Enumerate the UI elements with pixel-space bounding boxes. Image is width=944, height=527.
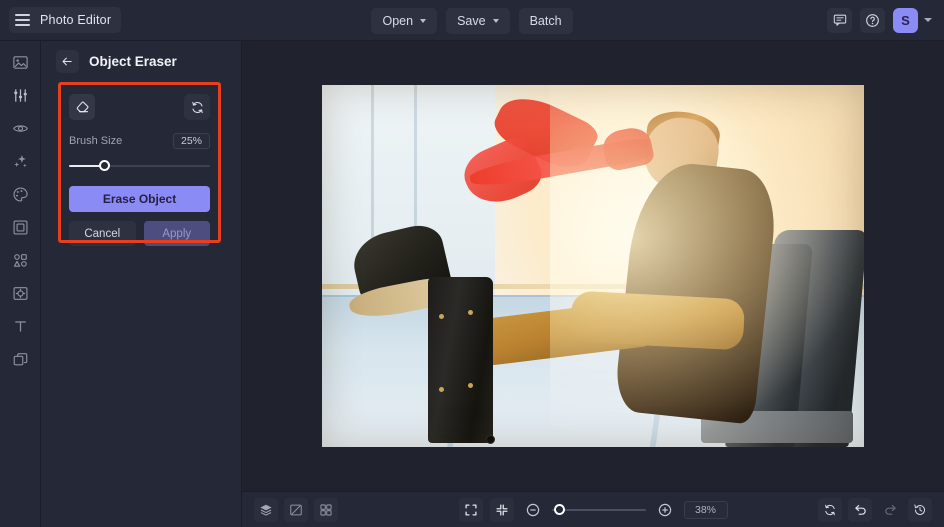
- feedback-icon: [833, 14, 846, 26]
- fit-screen-icon: [464, 504, 477, 516]
- shapes-icon: [13, 253, 27, 267]
- actual-size-icon: [495, 504, 508, 516]
- image-icon: [12, 55, 28, 69]
- fit-screen-button[interactable]: [458, 498, 483, 522]
- panel-header: Object Eraser: [41, 41, 241, 81]
- history-button[interactable]: [908, 497, 932, 522]
- crop-frame-icon: [13, 220, 27, 234]
- sidebar-item-effects[interactable]: [6, 149, 34, 173]
- zoom-out-icon: [526, 503, 539, 517]
- compare-button[interactable]: [284, 497, 308, 522]
- compare-icon: [290, 504, 302, 515]
- arrow-left-icon: [62, 57, 72, 65]
- batch-button[interactable]: Batch: [518, 7, 573, 34]
- grid-icon: [320, 503, 332, 516]
- help-icon: [866, 13, 879, 27]
- page-title: Object Eraser: [89, 53, 177, 69]
- photo-vignette: [322, 85, 864, 447]
- open-button-label: Open: [382, 13, 414, 28]
- canvas-area[interactable]: [242, 41, 944, 491]
- zoom-slider-handle[interactable]: [554, 504, 566, 515]
- batch-button-label: Batch: [529, 13, 562, 28]
- top-toolbar: Photo Editor Open Save Batch S: [0, 0, 944, 41]
- effects-sparkle-icon: [13, 154, 27, 167]
- sidebar-item-image[interactable]: [6, 50, 34, 74]
- tool-panel: Object Eraser Brush Size 25% Erase Objec…: [41, 41, 242, 527]
- reset-icon: [825, 504, 835, 515]
- zoom-level-value[interactable]: 38%: [683, 501, 728, 519]
- reset-view-button[interactable]: [818, 497, 842, 522]
- photo-image[interactable]: [322, 85, 864, 447]
- sidebar-item-crop[interactable]: [6, 215, 34, 239]
- undo-button[interactable]: [848, 497, 872, 522]
- app-menu-button[interactable]: Photo Editor: [9, 7, 122, 33]
- avatar[interactable]: S: [893, 7, 918, 33]
- layers-icon: [260, 504, 272, 516]
- app-title: Photo Editor: [40, 13, 112, 27]
- layers-button[interactable]: [254, 497, 278, 522]
- sidebar-item-overlay[interactable]: [6, 281, 34, 305]
- grid-button[interactable]: [314, 497, 338, 522]
- topbar-left-group: Photo Editor: [0, 7, 122, 33]
- adjustments-icon: [13, 88, 27, 102]
- redo-button[interactable]: [878, 498, 902, 522]
- chevron-down-icon: [492, 18, 499, 23]
- hamburger-icon[interactable]: [15, 14, 30, 26]
- topbar-right-group: S: [827, 7, 944, 33]
- bottombar-right-group: [818, 497, 944, 522]
- sidebar-item-text[interactable]: [6, 314, 34, 338]
- avatar-chevron-down-icon[interactable]: [924, 18, 932, 22]
- open-button[interactable]: Open: [371, 7, 438, 34]
- undo-icon: [854, 504, 866, 515]
- bottom-toolbar: 38%: [242, 491, 944, 527]
- back-button[interactable]: [56, 49, 79, 73]
- help-button[interactable]: [860, 7, 885, 33]
- chevron-down-icon: [420, 18, 427, 23]
- save-button[interactable]: Save: [446, 7, 510, 34]
- sidebar-item-color[interactable]: [6, 182, 34, 206]
- history-icon: [914, 504, 925, 515]
- save-button-label: Save: [457, 13, 486, 28]
- zoom-slider[interactable]: [551, 504, 646, 516]
- topbar-center-group: Open Save Batch: [0, 0, 944, 41]
- highlight-annotation-box: [58, 82, 221, 243]
- zoom-slider-track: [551, 509, 646, 511]
- overlay-icon: [13, 286, 27, 300]
- zoom-in-button[interactable]: [653, 498, 677, 522]
- bottombar-left-group: [242, 497, 338, 522]
- sidebar-item-shapes[interactable]: [6, 248, 34, 272]
- sidebar-item-retouch[interactable]: [6, 116, 34, 140]
- photo-editor-app: Photo Editor Open Save Batch S Object Er…: [0, 0, 944, 527]
- actual-size-button[interactable]: [489, 498, 514, 522]
- tool-rail: [0, 41, 41, 527]
- sidebar-item-layers[interactable]: [6, 347, 34, 371]
- sidebar-item-adjustments[interactable]: [6, 83, 34, 107]
- redo-icon: [884, 504, 896, 515]
- feedback-button[interactable]: [827, 7, 852, 33]
- text-icon: [14, 320, 26, 332]
- retouch-eye-icon: [12, 124, 28, 132]
- color-palette-icon: [13, 187, 28, 201]
- zoom-out-button[interactable]: [521, 498, 545, 522]
- zoom-in-icon: [658, 503, 671, 517]
- layers-stack-icon: [13, 352, 27, 365]
